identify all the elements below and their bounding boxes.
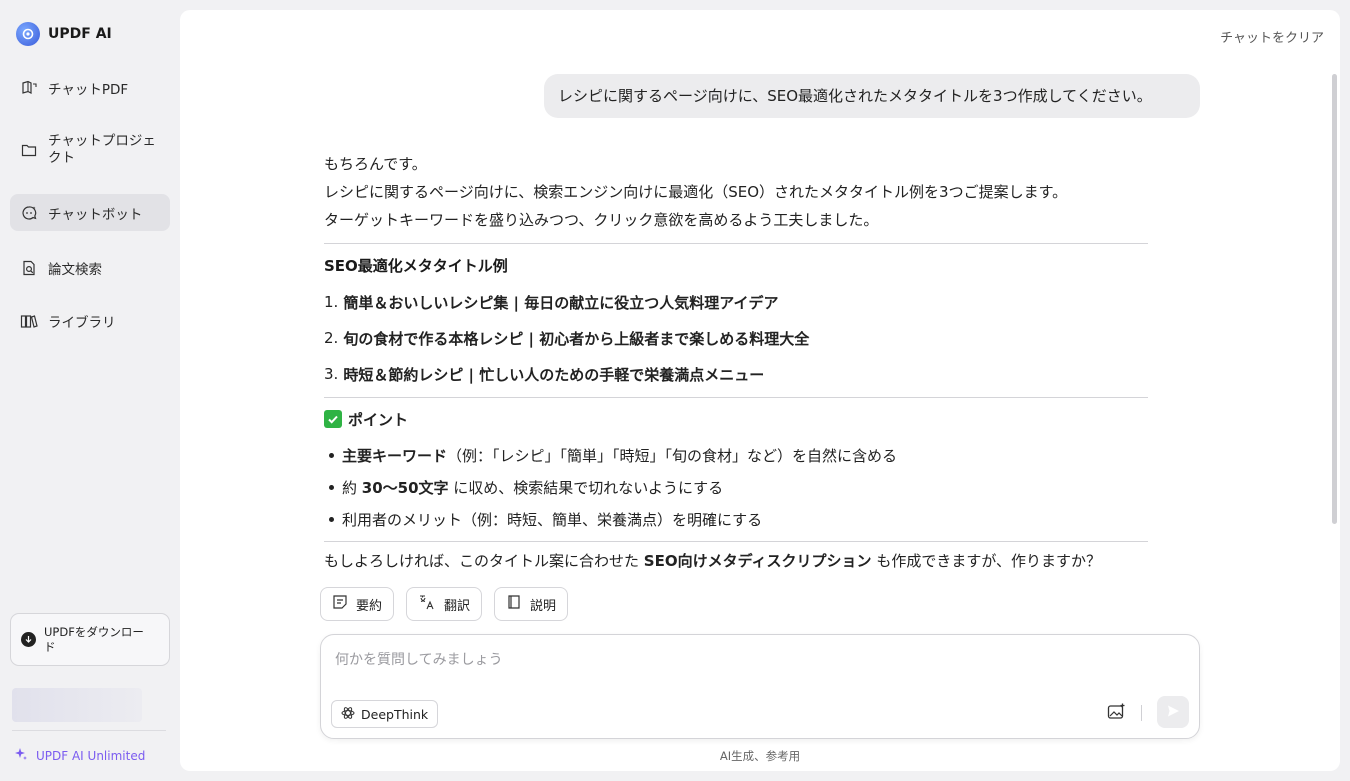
answer-actions: 要約 翻訳 説明 (320, 587, 569, 621)
list-item: 1. 簡単＆おいしいレシピ集 | 毎日の献立に役立つ人気料理アイデア (324, 292, 1148, 312)
point-text: に収め、検索結果で切れないようにする (448, 478, 724, 497)
list-item: 主要キーワード （例：「レシピ」「簡単」「時短」「旬の食材」など）を自然に含める (324, 445, 1148, 465)
scrollbar[interactable] (1332, 74, 1337, 524)
ai-disclaimer: AI生成、参考用 (719, 749, 801, 763)
translate-label: 翻訳 (444, 598, 471, 614)
explain-button[interactable]: 説明 (494, 587, 569, 621)
library-icon (20, 312, 38, 330)
send-button[interactable] (1157, 696, 1189, 728)
download-label: UPDFをダウンロード (44, 624, 144, 654)
upgrade-label: UPDF AI Unlimited (36, 748, 146, 763)
list-number: 2. (324, 329, 339, 347)
answer-intro-line: レシピに関するページ向けに、検索エンジン向けに最適化（SEO）されたメタタイトル… (324, 183, 1068, 201)
book-chat-icon (20, 79, 38, 97)
user-message: レシピに関するページ向けに、SEO最適化されたメタタイトルを3つ作成してください… (544, 74, 1200, 118)
image-upload-button[interactable] (1105, 702, 1127, 724)
closing-bold: SEO向けメタディスクリプション (643, 552, 872, 570)
sparkle-icon (14, 747, 28, 764)
divider (1141, 705, 1142, 721)
translate-icon (418, 594, 436, 614)
summarize-label: 要約 (356, 598, 383, 614)
deepthink-toggle[interactable]: DeepThink (331, 700, 439, 728)
closing-text: も作成できますが、作りますか？ (871, 552, 1102, 570)
meta-title-text: 簡単＆おいしいレシピ集 | 毎日の献立に役立つ人気料理アイデア (343, 293, 779, 312)
sidebar-item-label: チャットプロジェクト (48, 133, 156, 166)
sidebar-item-chat-project[interactable]: チャットプロジェクト (10, 128, 170, 172)
point-text: 利用者のメリット（例：時短、簡単、栄養満点）を明確にする (342, 510, 763, 529)
closing-text: もしよろしければ、このタイトル案に合わせた (324, 552, 644, 570)
divider (12, 730, 166, 731)
checkmark-icon (324, 410, 342, 428)
meta-title-text: 旬の食材で作る本格レシピ | 初心者から上級者まで楽しめる料理大全 (343, 329, 810, 348)
clear-chat-button[interactable]: チャットをクリア (1220, 27, 1324, 46)
chat-input-box: DeepThink (320, 634, 1200, 739)
send-icon (1166, 703, 1180, 722)
list-number: 3. (324, 365, 339, 383)
paper-search-icon (20, 259, 38, 277)
list-item: 約 30〜50文字 に収め、検索結果で切れないようにする (324, 477, 1148, 497)
chatbot-icon (20, 204, 38, 222)
ai-answer: もちろんです。 レシピに関するページ向けに、検索エンジン向けに最適化（SEO）さ… (324, 150, 1148, 575)
sidebar-item-label: ライブラリ (48, 315, 116, 331)
summarize-icon (332, 594, 348, 614)
answer-intro-line: もちろんです。 (324, 155, 427, 173)
image-add-icon (1107, 703, 1126, 724)
sidebar-item-label: 論文検索 (48, 262, 102, 278)
atom-icon (341, 706, 355, 723)
answer-closing: もしよろしければ、このタイトル案に合わせた SEO向けメタディスクリプション も… (324, 547, 1148, 575)
list-item: 2. 旬の食材で作る本格レシピ | 初心者から上級者まで楽しめる料理大全 (324, 328, 1148, 348)
account-placeholder (12, 688, 142, 722)
sidebar: UPDF AI チャットPDF チャットプロジェクト チャットボット 論文検索 … (0, 0, 180, 781)
divider (324, 397, 1148, 398)
app-name: UPDF AI (48, 26, 112, 42)
app-logo[interactable]: UPDF AI (16, 22, 112, 46)
updf-logo-icon (16, 22, 40, 46)
bullet (329, 516, 334, 522)
point-text: （例：「レシピ」「簡単」「時短」「旬の食材」など）を自然に含める (447, 446, 898, 465)
explain-icon (506, 594, 522, 614)
bullet (329, 484, 334, 490)
points-title: ポイント (348, 410, 409, 429)
sidebar-item-chatbot[interactable]: チャットボット (10, 194, 170, 231)
list-item: 利用者のメリット（例：時短、簡単、栄養満点）を明確にする (324, 509, 1148, 529)
divider (324, 243, 1148, 244)
download-updf-button[interactable]: UPDFをダウンロード (10, 613, 170, 666)
upgrade-link[interactable]: UPDF AI Unlimited (14, 747, 145, 764)
sidebar-item-label: チャットボット (48, 206, 143, 223)
sidebar-item-paper-search[interactable]: 論文検索 (10, 252, 170, 284)
sidebar-item-label: チャットPDF (48, 82, 129, 98)
sidebar-item-library[interactable]: ライブラリ (10, 305, 170, 337)
sidebar-item-chat-pdf[interactable]: チャットPDF (10, 72, 170, 104)
bullet (329, 452, 334, 458)
answer-intro-line: ターゲットキーワードを盛り込みつつ、クリック意欲を高めるよう工夫しました。 (324, 211, 879, 229)
summarize-button[interactable]: 要約 (320, 587, 395, 621)
divider (324, 541, 1148, 542)
chat-panel: チャットをクリア レシピに関するページ向けに、SEO最適化されたメタタイトルを3… (180, 10, 1340, 771)
point-text: 約 (342, 478, 362, 497)
explain-label: 説明 (530, 598, 557, 614)
deepthink-label: DeepThink (361, 706, 429, 722)
download-icon (21, 632, 36, 647)
list-number: 1. (324, 293, 339, 311)
folder-icon (20, 141, 38, 159)
chat-input[interactable] (335, 647, 1095, 673)
points-heading: ポイント (324, 409, 1148, 429)
point-bold: 主要キーワード (342, 446, 448, 465)
translate-button[interactable]: 翻訳 (406, 587, 483, 621)
section-title: SEO最適化メタタイトル例 (324, 257, 508, 275)
meta-title-text: 時短＆節約レシピ | 忙しい人のための手軽で栄養満点メニュー (343, 365, 765, 384)
point-bold: 30〜50文字 (361, 478, 449, 497)
list-item: 3. 時短＆節約レシピ | 忙しい人のための手軽で栄養満点メニュー (324, 364, 1148, 384)
